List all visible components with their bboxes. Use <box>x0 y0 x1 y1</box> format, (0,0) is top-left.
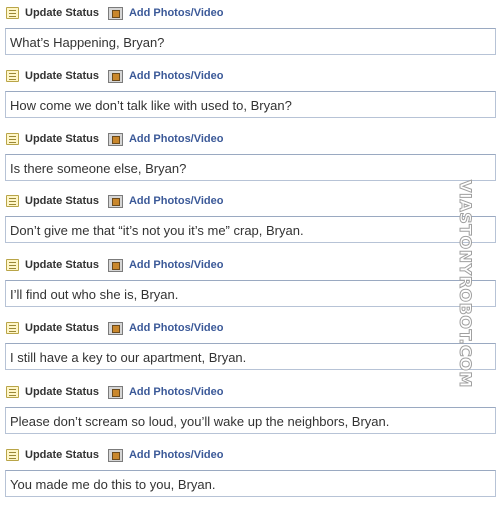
update-status-label: Update Status <box>25 259 99 271</box>
add-photos-video-tab[interactable]: Add Photos/Video <box>107 194 224 208</box>
status-note-icon <box>6 70 19 82</box>
status-note-icon <box>6 195 19 207</box>
update-status-tab[interactable]: Update Status <box>6 259 99 271</box>
photo-frame-icon <box>107 132 123 146</box>
add-photos-video-label: Add Photos/Video <box>128 195 224 207</box>
status-note-icon <box>6 386 19 398</box>
status-input[interactable]: Is there someone else, Bryan? <box>5 154 496 181</box>
add-photos-video-tab[interactable]: Add Photos/Video <box>107 69 224 83</box>
photo-frame-icon <box>107 6 123 20</box>
composer-tabs: Update Status Add Photos/Video <box>6 382 224 402</box>
status-input[interactable]: How come we don’t talk like with used to… <box>5 91 496 118</box>
status-composer: Update Status Add Photos/Video How come … <box>0 63 500 122</box>
status-input[interactable]: You made me do this to you, Bryan. <box>5 470 496 497</box>
add-photos-video-tab[interactable]: Add Photos/Video <box>107 321 224 335</box>
status-composer: Update Status Add Photos/Video I still h… <box>0 315 500 374</box>
status-input[interactable]: Please don’t scream so loud, you’ll wake… <box>5 407 496 434</box>
status-input[interactable]: What’s Happening, Bryan? <box>5 28 496 55</box>
update-status-label: Update Status <box>25 322 99 334</box>
status-input[interactable]: I’ll find out who she is, Bryan. <box>5 280 496 307</box>
status-input[interactable]: I still have a key to our apartment, Bry… <box>5 343 496 370</box>
update-status-tab[interactable]: Update Status <box>6 386 99 398</box>
status-composer: Update Status Add Photos/Video I’ll find… <box>0 252 500 311</box>
photo-frame-icon <box>107 69 123 83</box>
status-note-icon <box>6 133 19 145</box>
status-note-icon <box>6 259 19 271</box>
status-note-icon <box>6 322 19 334</box>
update-status-label: Update Status <box>25 133 99 145</box>
add-photos-video-label: Add Photos/Video <box>128 70 224 82</box>
composer-tabs: Update Status Add Photos/Video <box>6 318 224 338</box>
photo-frame-icon <box>107 385 123 399</box>
update-status-label: Update Status <box>25 7 99 19</box>
status-note-icon <box>6 449 19 461</box>
add-photos-video-tab[interactable]: Add Photos/Video <box>107 448 224 462</box>
add-photos-video-tab[interactable]: Add Photos/Video <box>107 385 224 399</box>
update-status-label: Update Status <box>25 386 99 398</box>
status-input[interactable]: Don’t give me that “it’s not you it’s me… <box>5 216 496 243</box>
composer-tabs: Update Status Add Photos/Video <box>6 191 224 211</box>
update-status-label: Update Status <box>25 70 99 82</box>
composer-tabs: Update Status Add Photos/Video <box>6 129 224 149</box>
composer-tabs: Update Status Add Photos/Video <box>6 255 224 275</box>
add-photos-video-label: Add Photos/Video <box>128 259 224 271</box>
update-status-label: Update Status <box>25 449 99 461</box>
photo-frame-icon <box>107 448 123 462</box>
update-status-tab[interactable]: Update Status <box>6 195 99 207</box>
add-photos-video-tab[interactable]: Add Photos/Video <box>107 6 224 20</box>
add-photos-video-label: Add Photos/Video <box>128 449 224 461</box>
update-status-label: Update Status <box>25 195 99 207</box>
status-note-icon <box>6 7 19 19</box>
add-photos-video-label: Add Photos/Video <box>128 133 224 145</box>
add-photos-video-tab[interactable]: Add Photos/Video <box>107 258 224 272</box>
watermark: VIASTONYROBOT.COM <box>456 180 476 389</box>
update-status-tab[interactable]: Update Status <box>6 70 99 82</box>
add-photos-video-label: Add Photos/Video <box>128 7 224 19</box>
status-composer: Update Status Add Photos/Video Is there … <box>0 126 500 185</box>
update-status-tab[interactable]: Update Status <box>6 7 99 19</box>
add-photos-video-tab[interactable]: Add Photos/Video <box>107 132 224 146</box>
update-status-tab[interactable]: Update Status <box>6 133 99 145</box>
photo-frame-icon <box>107 258 123 272</box>
add-photos-video-label: Add Photos/Video <box>128 322 224 334</box>
update-status-tab[interactable]: Update Status <box>6 449 99 461</box>
update-status-tab[interactable]: Update Status <box>6 322 99 334</box>
photo-frame-icon <box>107 194 123 208</box>
composer-tabs: Update Status Add Photos/Video <box>6 445 224 465</box>
add-photos-video-label: Add Photos/Video <box>128 386 224 398</box>
status-composer: Update Status Add Photos/Video You made … <box>0 442 500 501</box>
composer-tabs: Update Status Add Photos/Video <box>6 3 224 23</box>
photo-frame-icon <box>107 321 123 335</box>
status-composer: Update Status Add Photos/Video Please do… <box>0 379 500 438</box>
status-composer: Update Status Add Photos/Video What’s Ha… <box>0 0 500 59</box>
composer-tabs: Update Status Add Photos/Video <box>6 66 224 86</box>
status-composer: Update Status Add Photos/Video Don’t giv… <box>0 188 500 247</box>
